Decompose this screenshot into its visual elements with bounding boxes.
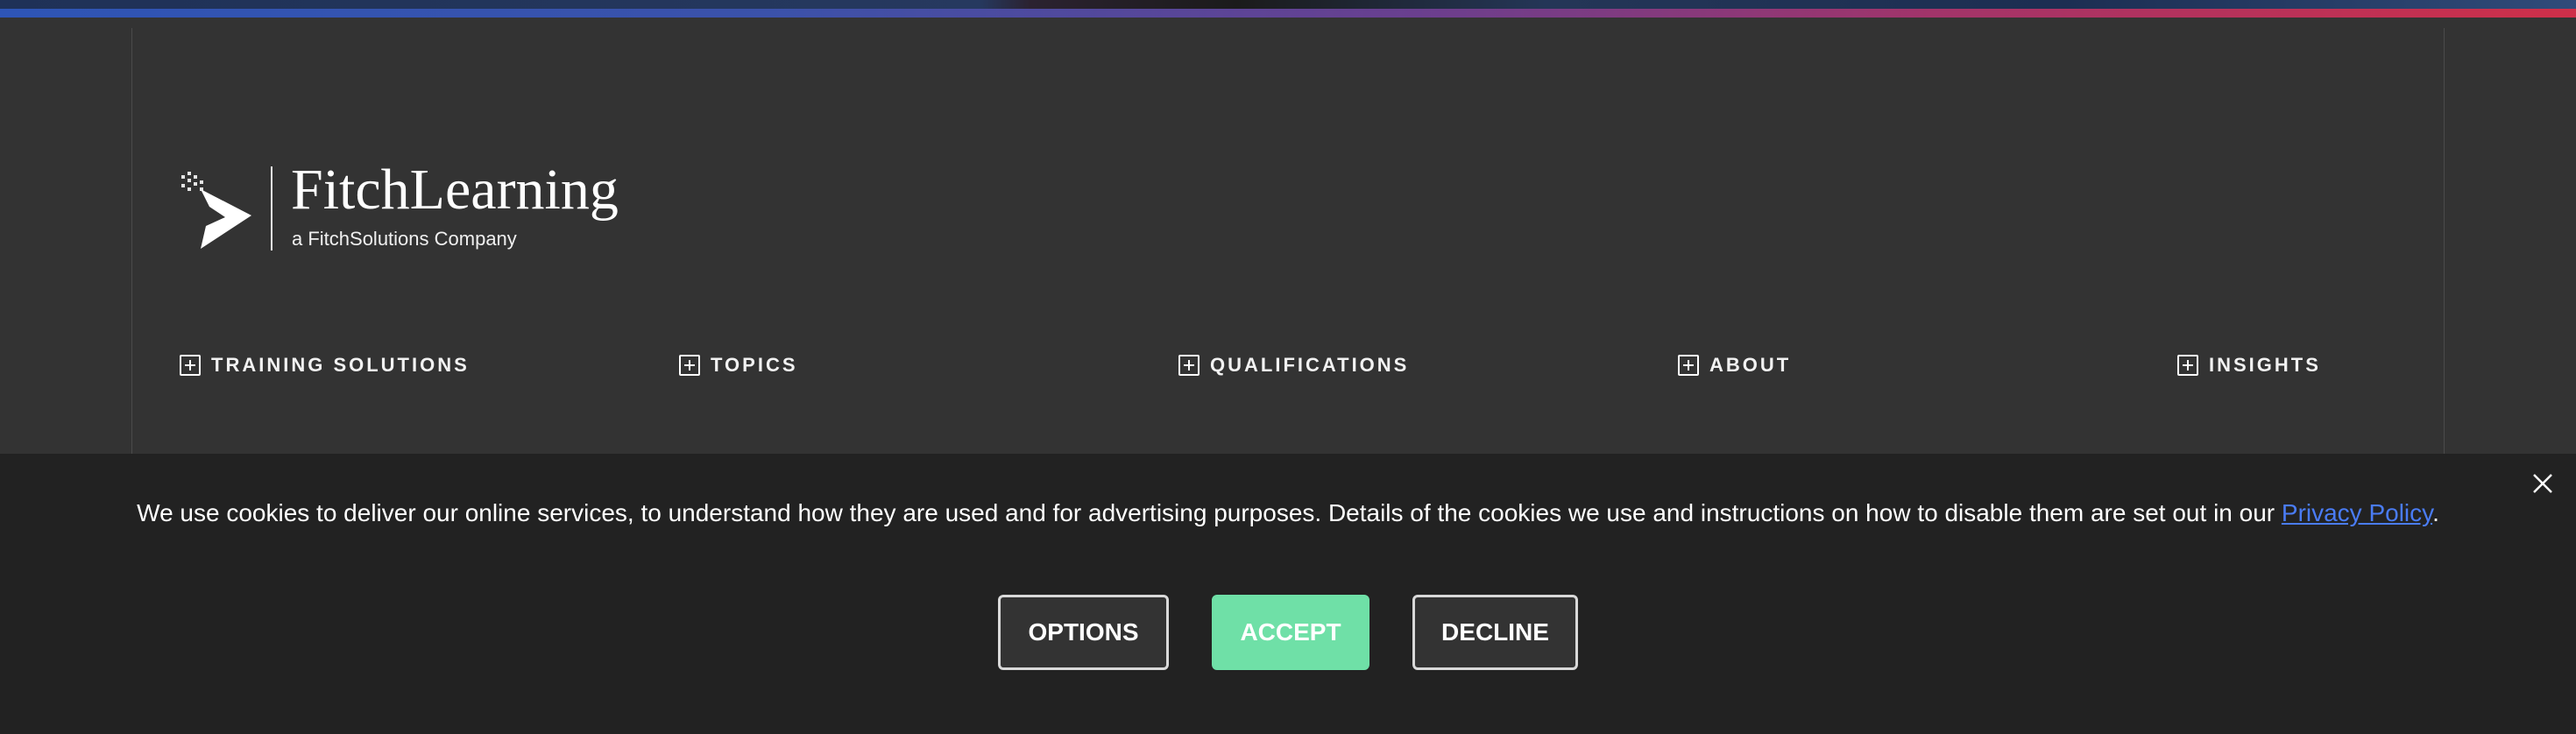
nav-item-label: INSIGHTS: [2209, 354, 2321, 376]
cookie-banner: We use cookies to deliver our online ser…: [0, 454, 2576, 734]
nav-item-label: TRAINING SOLUTIONS: [211, 354, 470, 376]
nav-item-label: TOPICS: [711, 354, 798, 376]
nav-item-training-solutions[interactable]: TRAINING SOLUTIONS: [180, 354, 470, 377]
site-footer: FitchLearning a FitchSolutions Company T…: [0, 28, 2576, 454]
nav-item-label: ABOUT: [1709, 354, 1792, 376]
gradient-accent-bar: [0, 9, 2576, 18]
nav-item-insights[interactable]: INSIGHTS: [2177, 354, 2321, 377]
nav-item-label: QUALIFICATIONS: [1210, 354, 1410, 376]
accept-button[interactable]: ACCEPT: [1212, 595, 1369, 670]
decline-button[interactable]: DECLINE: [1412, 595, 1578, 670]
footer-container: FitchLearning a FitchSolutions Company T…: [131, 28, 2445, 454]
plus-square-icon: [1178, 355, 1200, 376]
plus-square-icon: [180, 355, 201, 376]
logo-divider: [271, 166, 272, 251]
options-button[interactable]: OPTIONS: [998, 595, 1169, 670]
footer-nav: TRAINING SOLUTIONS TOPICS QUALIFICATIONS…: [180, 354, 2423, 389]
plus-square-icon: [1678, 355, 1699, 376]
nav-item-about[interactable]: ABOUT: [1678, 354, 1791, 377]
nav-item-qualifications[interactable]: QUALIFICATIONS: [1178, 354, 1409, 377]
nav-item-topics[interactable]: TOPICS: [679, 354, 798, 377]
close-icon[interactable]: [2527, 468, 2558, 499]
plus-square-icon: [2177, 355, 2198, 376]
close-icon-glyph: [2533, 474, 2552, 493]
plus-square-icon: [679, 355, 700, 376]
cookie-message-text: We use cookies to deliver our online ser…: [137, 499, 2282, 526]
hero-image-strip: [0, 0, 2576, 18]
cookie-message-end: .: [2432, 499, 2439, 526]
fitch-learning-logo[interactable]: FitchLearning a FitchSolutions Company: [180, 161, 635, 254]
page: FitchLearning a FitchSolutions Company T…: [0, 0, 2576, 734]
logo-tagline: a FitchSolutions Company: [292, 228, 517, 250]
arrow-logo-icon: [181, 172, 251, 249]
cookie-message: We use cookies to deliver our online ser…: [0, 498, 2576, 529]
privacy-policy-link[interactable]: Privacy Policy: [2282, 499, 2432, 526]
logo-wordmark: FitchLearning: [291, 158, 619, 222]
